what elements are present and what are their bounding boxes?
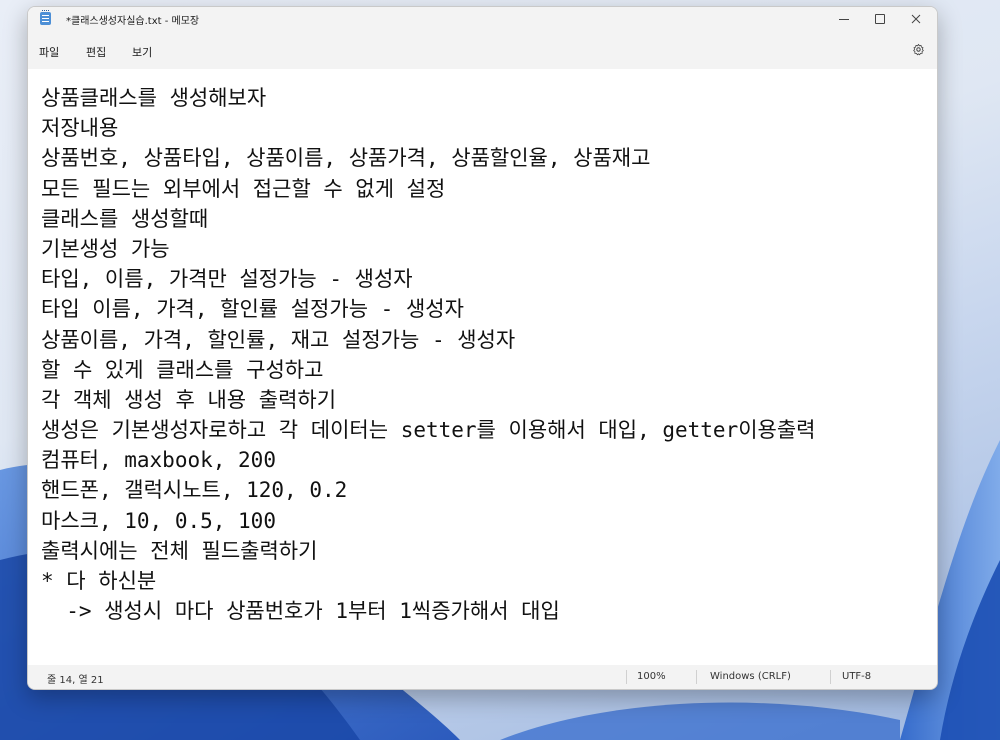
menu-edit[interactable]: 편집 [86, 44, 106, 60]
minimize-button[interactable] [826, 7, 862, 31]
notepad-icon [40, 10, 51, 25]
close-button[interactable] [898, 7, 934, 31]
editor-line: 마스크, 10, 0.5, 100 [41, 508, 276, 533]
editor-content: 상품클래스를 생성해보자 저장내용 상품번호, 상품타입, 상품이름, 상품가격… [41, 83, 816, 626]
editor-line: 생성은 기본생성자로하고 각 데이터는 setter를 이용해서 대입, get… [41, 418, 816, 443]
editor-line: 상품이름, 가격, 할인률, 재고 설정가능 - 생성자 [41, 327, 516, 352]
cursor-position: 줄 14, 열 21 [47, 675, 104, 686]
maximize-icon [875, 14, 885, 24]
menu-file[interactable]: 파일 [39, 44, 59, 60]
editor-line: 출력시에는 전체 필드출력하기 [41, 538, 318, 563]
editor-line: 모든 필드는 외부에서 접근할 수 없게 설정 [41, 176, 446, 201]
menu-bar: 파일 편집 보기 [28, 31, 937, 69]
editor-line: 각 객체 생성 후 내용 출력하기 [41, 387, 337, 412]
settings-button[interactable] [911, 42, 925, 56]
maximize-button[interactable] [862, 7, 898, 31]
editor-line: 핸드폰, 갤럭시노트, 120, 0.2 [41, 478, 348, 503]
status-divider [830, 670, 831, 684]
editor-line: 컴퓨터, maxbook, 200 [41, 448, 276, 473]
editor-line: 할 수 있게 클래스를 구성하고 [41, 357, 324, 382]
menu-view[interactable]: 보기 [132, 44, 152, 60]
editor-line: 기본생성 가능 [41, 236, 170, 261]
editor-line: * 다 하신분 [41, 569, 157, 593]
encoding[interactable]: UTF-8 [842, 671, 871, 682]
status-divider [696, 670, 697, 684]
notepad-window: *클래스생성자실습.txt - 메모장 파일 편집 보기 상품클래스를 생성해보… [27, 6, 938, 690]
window-title: *클래스생성자실습.txt - 메모장 [66, 16, 200, 27]
minimize-icon [839, 18, 849, 20]
editor-line: 클래스를 생성할때 [41, 206, 209, 231]
status-bar: 줄 14, 열 21 100% Windows (CRLF) UTF-8 [28, 665, 937, 689]
text-editor[interactable]: 상품클래스를 생성해보자 저장내용 상품번호, 상품타입, 상품이름, 상품가격… [28, 69, 937, 665]
close-icon [911, 14, 921, 24]
status-divider [626, 670, 627, 684]
editor-line: 상품클래스를 생성해보자 [41, 86, 267, 110]
editor-line: 상품번호, 상품타입, 상품이름, 상품가격, 상품할인율, 상품재고 [41, 146, 651, 171]
gear-icon [912, 43, 924, 55]
title-bar[interactable]: *클래스생성자실습.txt - 메모장 [28, 7, 937, 31]
editor-line: -> 생성시 마다 상품번호가 1부터 1씩증가해서 대입 [41, 599, 560, 624]
editor-line: 타입, 이름, 가격만 설정가능 - 생성자 [41, 267, 413, 292]
zoom-level[interactable]: 100% [637, 671, 666, 682]
line-ending[interactable]: Windows (CRLF) [710, 671, 791, 682]
editor-line: 저장내용 [41, 116, 119, 141]
editor-line: 타입 이름, 가격, 할인률 설정가능 - 생성자 [41, 297, 464, 322]
